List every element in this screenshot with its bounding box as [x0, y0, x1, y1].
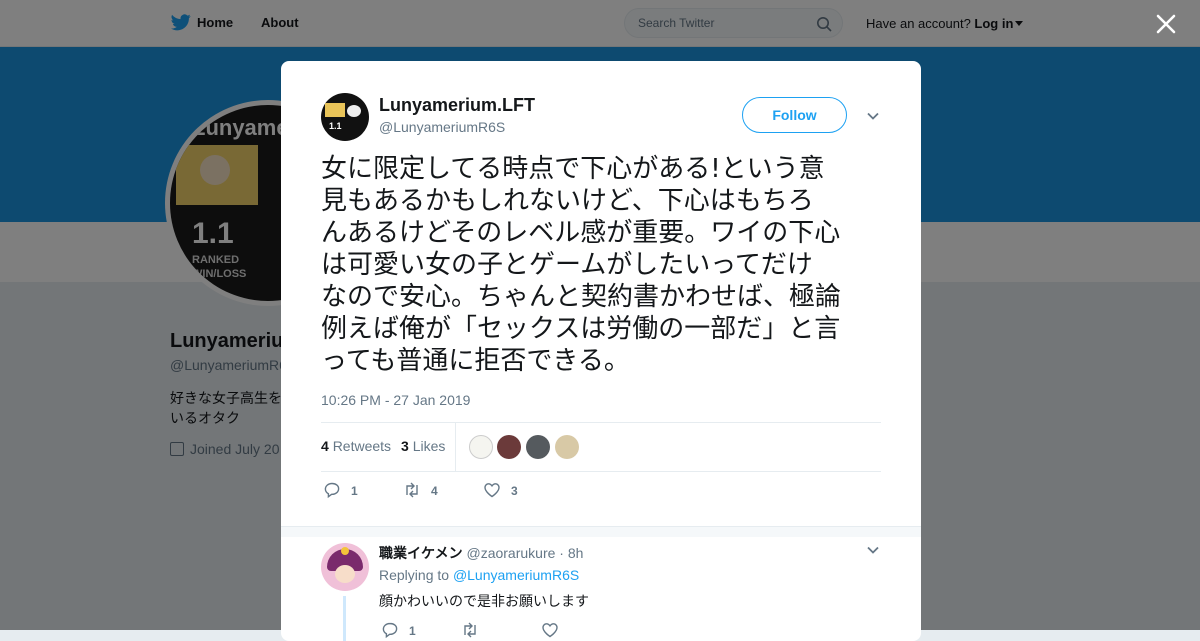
- retweet-icon: [406, 482, 418, 498]
- reply-count: 1: [351, 484, 358, 498]
- close-icon[interactable]: [1154, 12, 1178, 36]
- tweet-text-line: なので安心。ちゃんと契約書かわせば、極論: [321, 282, 842, 312]
- avatar-artwork-emblem: [347, 105, 361, 117]
- like-action[interactable]: 3: [483, 481, 518, 499]
- tweet-text-line: は可愛い女の子とゲームがしたいってだけ: [321, 250, 813, 280]
- like-count: 3: [511, 484, 518, 498]
- replying-to: Replying to @LunyameriumR6S: [379, 567, 579, 583]
- avatar-artwork: [325, 103, 345, 117]
- avatar-artwork-face: [335, 565, 355, 583]
- tweet-text-line: んあるけどそのレベル感が重要。ワイの下心: [321, 218, 841, 248]
- likes-count: 3: [401, 438, 409, 454]
- tweet-text: 女に限定してる時点で下心がある!という意 見もあるかもしれないけど、下心はもちろ…: [321, 153, 885, 377]
- liker-avatar[interactable]: [555, 435, 579, 459]
- reply-author-avatar[interactable]: [321, 543, 369, 591]
- reply-action[interactable]: 1: [381, 621, 416, 639]
- replying-to-prefix: Replying to: [379, 567, 450, 583]
- retweet-action[interactable]: 4: [403, 481, 438, 499]
- avatar-artwork-badge: [341, 547, 349, 555]
- reply-action[interactable]: 1: [323, 481, 358, 499]
- likes-stat[interactable]: 3 Likes: [401, 438, 445, 454]
- reply-actions: 1: [379, 621, 679, 641]
- retweets-stat[interactable]: 4 Retweets: [321, 438, 391, 454]
- chevron-down-icon[interactable]: [866, 109, 880, 123]
- tweet-actions: 1 4 3: [321, 481, 621, 503]
- retweet-action[interactable]: [461, 621, 489, 639]
- reply-tweet[interactable]: 職業イケメン @zaorarukure · 8h Replying to @Lu…: [281, 531, 921, 641]
- thread-line: [343, 596, 346, 641]
- tweet-timestamp[interactable]: 10:26 PM - 27 Jan 2019: [321, 392, 470, 408]
- reply-author-handle[interactable]: @zaorarukure: [466, 545, 555, 561]
- tweet-author-name[interactable]: Lunyamerium.LFT: [379, 95, 535, 116]
- tweet-stats: 4 Retweets 3 Likes: [321, 422, 881, 472]
- reply-time[interactable]: · 8h: [559, 545, 583, 561]
- liker-avatar[interactable]: [526, 435, 550, 459]
- tweet-modal: 1.1 Lunyamerium.LFT @LunyameriumR6S Foll…: [281, 61, 921, 641]
- reply-author-name[interactable]: 職業イケメン: [379, 545, 463, 561]
- reply-count: 1: [409, 624, 416, 638]
- stats-divider: [455, 423, 456, 471]
- retweets-label: Retweets: [332, 438, 392, 454]
- heart-icon: [484, 483, 500, 498]
- reply-icon: [324, 482, 340, 499]
- tweet-author-handle[interactable]: @LunyameriumR6S: [379, 119, 505, 135]
- replying-to-link[interactable]: @LunyameriumR6S: [453, 567, 579, 583]
- tweet-text-line: っても普通に拒否できる。: [321, 346, 630, 376]
- retweet-count: 4: [431, 484, 438, 498]
- likes-label: Likes: [412, 438, 446, 454]
- follow-button[interactable]: Follow: [742, 97, 847, 133]
- avatar-value-text: 1.1: [329, 121, 342, 131]
- tweet-text-line: 見もあるかもしれないけど、下心はもちろ: [321, 186, 814, 216]
- tweet-text-line: 例えば俺が「セックスは労働の一部だ」と言: [321, 314, 841, 344]
- reply-icon: [382, 622, 398, 639]
- heart-icon: [542, 623, 558, 638]
- like-action[interactable]: [541, 621, 569, 639]
- liker-avatar[interactable]: [469, 435, 493, 459]
- tweet-author-avatar[interactable]: 1.1: [321, 93, 369, 141]
- chevron-down-icon[interactable]: [866, 543, 880, 557]
- liker-avatar[interactable]: [497, 435, 521, 459]
- reply-author[interactable]: 職業イケメン @zaorarukure · 8h: [379, 543, 583, 563]
- retweet-icon: [464, 622, 476, 638]
- tweet-text-line: 女に限定してる時点で下心がある!という意: [321, 154, 825, 184]
- reply-text: 顔かわいいので是非お願いします: [379, 594, 589, 610]
- retweets-count: 4: [321, 438, 329, 454]
